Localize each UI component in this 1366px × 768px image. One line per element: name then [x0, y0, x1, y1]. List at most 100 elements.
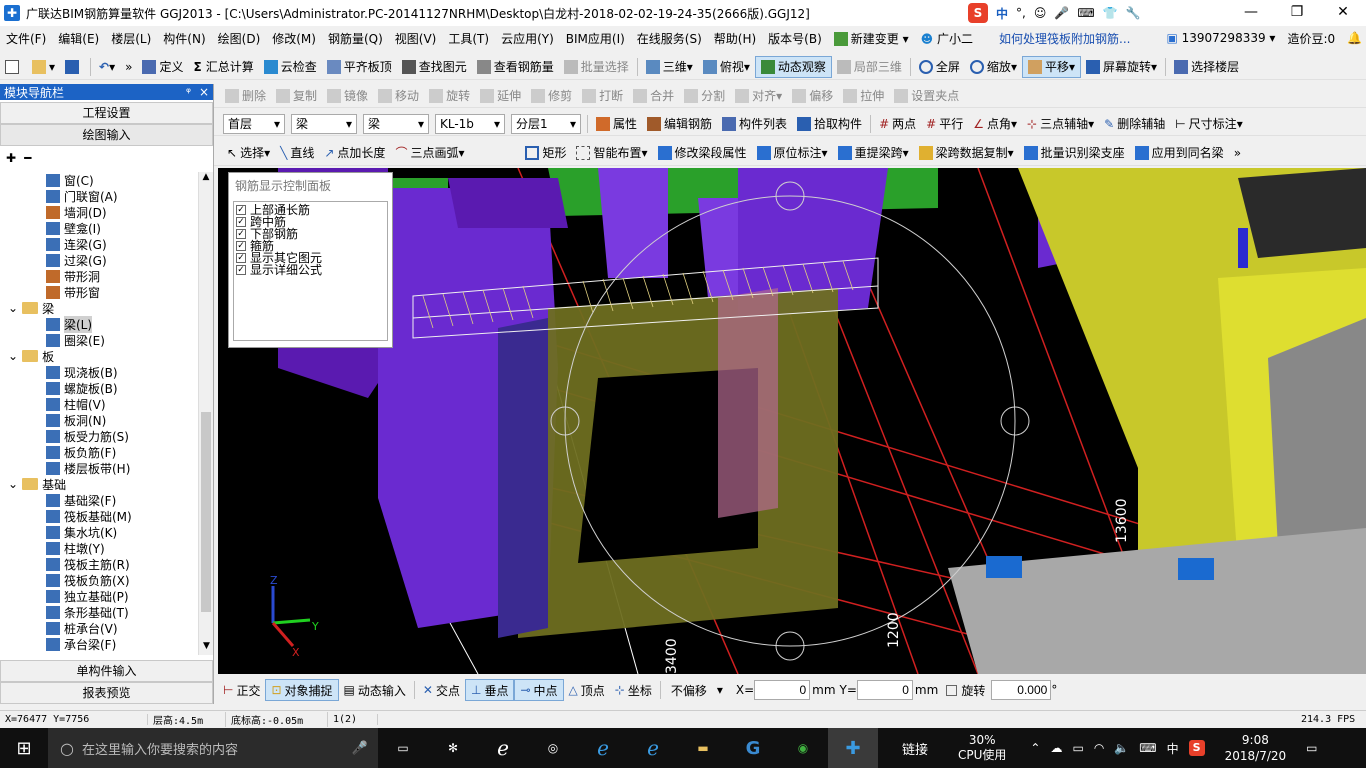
tree-item-cap-beam[interactable]: 承台梁(F) [0, 636, 198, 652]
define-button[interactable]: 定义 [137, 56, 188, 78]
clock[interactable]: 9:08 2018/7/20 [1225, 732, 1287, 764]
project-settings-tab[interactable]: 工程设置 [0, 102, 213, 124]
trim-button[interactable]: 修剪 [526, 85, 577, 107]
stretch-button[interactable]: 拉伸 [838, 85, 889, 107]
view-3d-button[interactable]: 三维 ▾ [641, 56, 698, 78]
tree-item-window[interactable]: 窗(C) [0, 172, 198, 188]
expand-all-icon[interactable]: ✚ [6, 151, 16, 165]
vertex-snap-button[interactable]: △ 顶点 [564, 679, 610, 701]
keyboard-icon[interactable]: ⌨ [1077, 6, 1094, 20]
element-list-button[interactable]: 构件列表 [717, 113, 792, 135]
intersect-snap-button[interactable]: ✕ 交点 [418, 679, 465, 701]
checkbox-checked-icon[interactable]: ✓ [236, 217, 246, 227]
mic-icon[interactable]: 🎤 [352, 741, 368, 756]
tree-item-strip-window[interactable]: 带形窗 [0, 284, 198, 300]
tree-item-raft[interactable]: 筏板基础(M) [0, 508, 198, 524]
local-3d-button[interactable]: 局部三维 [832, 56, 907, 78]
copy-button[interactable]: 复制 [271, 85, 322, 107]
panel-close-icon[interactable]: × [199, 85, 209, 99]
emoji-icon[interactable]: ☺ [1034, 6, 1047, 20]
chrome-like-icon[interactable]: ◎ [528, 728, 578, 768]
line-button[interactable]: ╲ 直线 [275, 142, 319, 164]
draw-toolbar-overflow[interactable]: » [1229, 142, 1246, 164]
collapse-arrow-icon[interactable]: ⌄ [8, 477, 18, 491]
align-button[interactable]: 对齐 ▾ [730, 85, 787, 107]
tree-item-pile-cap[interactable]: 桩承台(V) [0, 620, 198, 636]
user-icon[interactable]: 👕 [1103, 6, 1118, 20]
view-rebar-button[interactable]: 查看钢筋量 [472, 56, 559, 78]
scroll-down-icon[interactable]: ▼ [199, 641, 214, 655]
tree-item-ring-beam[interactable]: 圈梁(E) [0, 332, 198, 348]
checkbox-checked-icon[interactable]: ✓ [236, 205, 246, 215]
minimize-button[interactable]: — [1228, 0, 1274, 26]
restore-button[interactable]: ❐ [1274, 0, 1320, 26]
tree-scrollbar[interactable]: ▲ ▼ [198, 172, 213, 655]
tree-item-raft-main[interactable]: 筏板主筋(R) [0, 556, 198, 572]
account-phone[interactable]: ▣ 13907298339 ▾ [1160, 31, 1281, 45]
ime-lang[interactable]: 中 [996, 5, 1008, 22]
batch-select-button[interactable]: 批量选择 [559, 56, 634, 78]
mid-snap-button[interactable]: ⊸ 中点 [514, 679, 564, 701]
assistant-button[interactable]: ☻ 广小二 [915, 30, 979, 47]
pan-button[interactable]: 平移 ▾ [1021, 55, 1082, 78]
dynamic-input-button[interactable]: ▤ 动态输入 [339, 679, 411, 701]
menu-floor[interactable]: 楼层(L) [105, 30, 157, 47]
fullscreen-button[interactable]: 全屏 [914, 56, 965, 78]
menu-help[interactable]: 帮助(H) [708, 30, 762, 47]
tree-item-floor-strip[interactable]: 楼层板带(H) [0, 460, 198, 476]
arc-button[interactable]: ⌒ 三点画弧 ▾ [390, 142, 520, 164]
toolbar-overflow[interactable]: » [120, 56, 137, 78]
point-length-button[interactable]: ↗ 点加长度 [319, 142, 390, 164]
menu-modify[interactable]: 修改(M) [266, 30, 322, 47]
scroll-thumb[interactable] [201, 412, 211, 612]
glodon-g-icon[interactable]: G [728, 728, 778, 768]
parallel-button[interactable]: # 平行 [921, 113, 968, 135]
x-input[interactable] [754, 680, 811, 700]
set-grip-button[interactable]: 设置夹点 [889, 85, 964, 107]
menu-draw[interactable]: 绘图(D) [212, 30, 267, 47]
zoom-button[interactable]: 缩放 ▾ [965, 56, 1022, 78]
file-explorer-icon[interactable]: ▬ [678, 728, 728, 768]
battery-icon[interactable]: ▭ [1072, 741, 1083, 755]
volume-icon[interactable]: 🔈 [1114, 741, 1129, 755]
sogou-logo-icon[interactable]: S [968, 3, 988, 23]
align-top-button[interactable]: 平齐板顶 [322, 56, 397, 78]
pin-icon[interactable]: ᵠ [186, 85, 191, 99]
rotate-button[interactable]: 旋转 [424, 85, 475, 107]
coord-snap-button[interactable]: ⊹ 坐标 [610, 679, 657, 701]
ggj-app-icon[interactable]: ✚ [828, 728, 878, 768]
tree-item-strip-hole[interactable]: 带形洞 [0, 268, 198, 284]
task-view-icon[interactable]: ▭ [378, 728, 428, 768]
rect-button[interactable]: 矩形 [520, 142, 571, 164]
keyboard-icon[interactable]: ⌨ [1139, 741, 1156, 755]
offset-button[interactable]: 偏移 [787, 85, 838, 107]
modify-span-button[interactable]: 修改梁段属性 [653, 142, 752, 164]
tree-item-coupling-beam[interactable]: 连梁(G) [0, 236, 198, 252]
menu-edit[interactable]: 编辑(E) [52, 30, 105, 47]
tree-item-slab-main-rebar[interactable]: 板受力筋(S) [0, 428, 198, 444]
layer-select[interactable]: 分层1 ▾ [511, 113, 581, 134]
menu-tools[interactable]: 工具(T) [442, 30, 495, 47]
menu-version[interactable]: 版本号(B) [762, 30, 828, 47]
help-question-link[interactable]: 如何处理筏板附加钢筋... [993, 30, 1136, 47]
tree-folder-foundation[interactable]: ⌄ 基础 [0, 476, 198, 492]
properties-button[interactable]: 属性 [591, 113, 642, 135]
menu-cloud[interactable]: 云应用(Y) [495, 30, 560, 47]
ime-lang[interactable]: 中 [1167, 740, 1179, 757]
tree-item-column-cap[interactable]: 柱帽(V) [0, 396, 198, 412]
collapse-arrow-icon[interactable]: ⌄ [8, 301, 18, 315]
edit-rebar-button[interactable]: 编辑钢筋 [642, 113, 717, 135]
collapse-arrow-icon[interactable]: ⌄ [8, 349, 18, 363]
bell-icon[interactable]: 🔔 [1341, 31, 1366, 45]
tree-item-sump[interactable]: 集水坑(K) [0, 524, 198, 540]
tree-item-lintel[interactable]: 过梁(G) [0, 252, 198, 268]
type-select-2[interactable]: 梁 ▾ [363, 113, 429, 134]
checkbox-checked-icon[interactable]: ✓ [236, 241, 246, 251]
windows-start-icon[interactable]: ⊞ [0, 728, 48, 768]
tree-item-pier[interactable]: 柱墩(Y) [0, 540, 198, 556]
option-show-formula[interactable]: ✓ 显示详细公式 [236, 264, 385, 276]
taskbar-search[interactable]: ○ 在这里输入你要搜索的内容 🎤 [48, 728, 378, 768]
tree-item-slab-hole[interactable]: 板洞(N) [0, 412, 198, 428]
scroll-up-icon[interactable]: ▲ [199, 172, 213, 186]
tree-item-isolated-found[interactable]: 独立基础(P) [0, 588, 198, 604]
